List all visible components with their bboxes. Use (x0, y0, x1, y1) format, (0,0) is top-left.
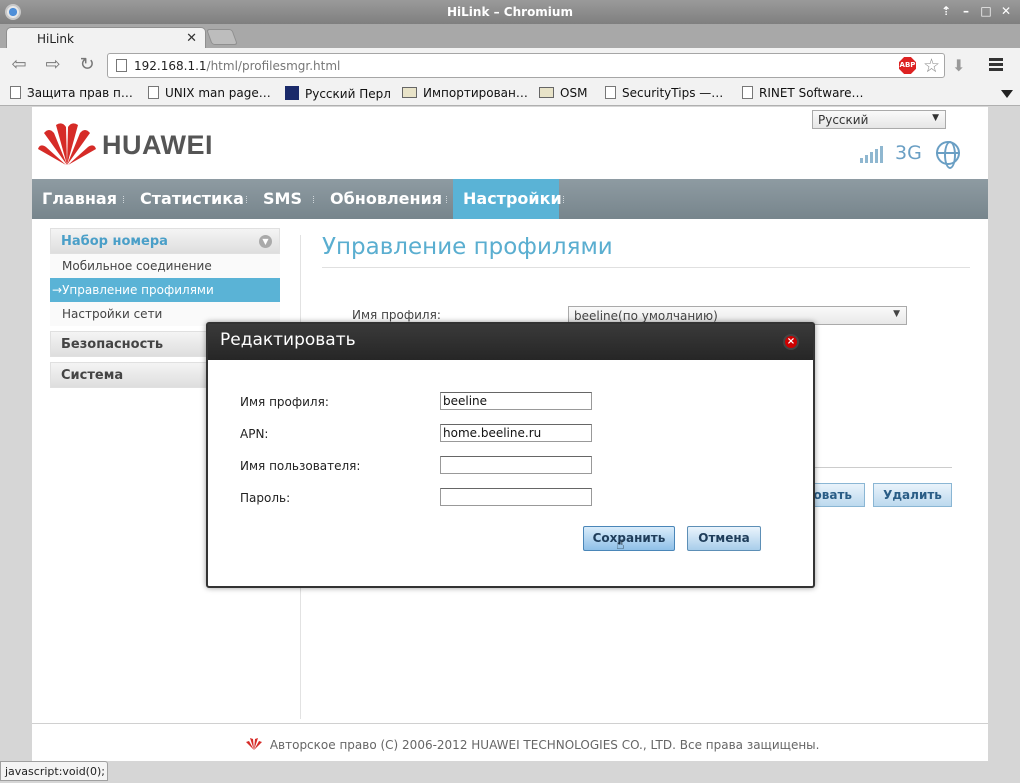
cancel-button[interactable]: Отмена (687, 526, 761, 551)
network-type: 3G (895, 142, 922, 164)
main-nav: Главная Статистика SMS Обновления Настро… (32, 179, 988, 219)
huawei-small-logo-icon (246, 738, 262, 750)
page-icon (10, 86, 21, 99)
dropdown-arrow-icon: ▼ (932, 113, 939, 123)
apn-input[interactable] (440, 424, 592, 442)
edit-profile-dialog: Редактировать × Имя профиля: APN: Имя по… (206, 322, 815, 588)
brand-name: HUAWEI (102, 130, 213, 160)
folder-icon (402, 87, 417, 98)
nav-settings[interactable]: Настройки (453, 179, 562, 219)
back-icon[interactable]: ⇦ (8, 54, 30, 76)
profile-name-label: Имя профиля: (352, 308, 441, 322)
divider (322, 267, 970, 268)
maximize-icon[interactable]: □ (978, 3, 994, 19)
language-select[interactable]: Русский ▼ (812, 110, 946, 129)
delete-button[interactable]: Удалить (873, 483, 952, 507)
status-bar: javascript:void(0); (0, 761, 108, 781)
bookmark-folder[interactable]: OSM (539, 86, 587, 100)
apn-label: APN: (240, 427, 269, 441)
tab-label: HiLink (37, 32, 74, 46)
nav-statistics[interactable]: Статистика (130, 179, 254, 219)
close-window-icon[interactable]: ✕ (998, 3, 1014, 19)
menu-icon[interactable] (989, 58, 1003, 72)
sidebar-group-dialup[interactable]: Набор номера ▼ (50, 228, 280, 254)
username-input[interactable] (440, 456, 592, 474)
language-value: Русский (818, 113, 869, 127)
browser-toolbar: ⇦ ⇨ ↻ 192.168.1.1/html/profilesmgr.html … (0, 48, 1020, 82)
footer: Авторское право (C) 2006-2012 HUAWEI TEC… (246, 738, 819, 752)
save-button[interactable]: Сохранить (583, 526, 675, 551)
bookmark-folder[interactable]: Импортирован… (402, 86, 528, 100)
tab-close-icon[interactable]: ✕ (186, 31, 197, 46)
bookmark-item[interactable]: UNIX man page… (148, 86, 271, 100)
profile-name-input[interactable] (440, 392, 592, 410)
profile-select-value: beeline(по умолчанию) (574, 309, 718, 323)
page-icon (148, 86, 159, 99)
folder-icon (539, 87, 554, 98)
adblock-icon[interactable]: ABP (899, 57, 916, 74)
url-host: 192.168.1.1 (134, 59, 207, 73)
hand-cursor-icon: ☝ (616, 537, 625, 553)
page-icon (605, 86, 616, 99)
username-label: Имя пользователя: (240, 459, 361, 473)
page-icon (116, 59, 127, 72)
nav-sms[interactable]: SMS (253, 179, 312, 219)
dialog-title: Редактировать (220, 330, 356, 350)
forward-icon[interactable]: ⇨ (42, 54, 64, 76)
dialog-body: Имя профиля: APN: Имя пользователя: Паро… (208, 360, 813, 586)
signal-strength-icon (860, 145, 884, 163)
url-path: /html/profilesmgr.html (206, 59, 341, 73)
window-title: HiLink – Chromium (447, 5, 573, 19)
reload-icon[interactable]: ↻ (76, 54, 98, 76)
profile-name-label: Имя профиля: (240, 395, 329, 409)
window-titlebar: HiLink – Chromium ⇡ – □ ✕ (0, 0, 1020, 24)
huawei-logo: HUAWEI (38, 121, 218, 167)
dialog-header: Редактировать × (208, 324, 813, 360)
page-title: Управление профилями (322, 234, 613, 260)
bookmark-item[interactable]: Русский Перл (285, 86, 391, 101)
window-up-icon[interactable]: ⇡ (938, 3, 954, 19)
bookmark-item[interactable]: RINET Software… (742, 86, 863, 100)
bookmark-item[interactable]: Защита прав п… (10, 86, 133, 100)
bookmarks-overflow-icon[interactable] (1001, 90, 1013, 98)
sidebar-group-title: Набор номера (61, 234, 168, 249)
copyright-text: Авторское право (C) 2006-2012 HUAWEI TEC… (269, 738, 820, 752)
bookmarks-bar: Защита прав п… UNIX man page… Русский Пе… (0, 82, 1020, 106)
active-arrow-icon: → (52, 283, 63, 297)
extension-download-icon[interactable]: ⬇ (952, 56, 965, 75)
new-tab-button[interactable] (206, 29, 238, 45)
dropdown-arrow-icon: ▼ (893, 309, 900, 319)
huawei-petals-icon (38, 123, 96, 165)
close-icon[interactable]: × (783, 334, 799, 350)
sidebar-item-label: Управление профилями (62, 283, 214, 297)
minimize-icon[interactable]: – (958, 3, 974, 19)
address-bar[interactable]: 192.168.1.1/html/profilesmgr.html ABP ☆ (107, 53, 945, 78)
divider (32, 723, 988, 724)
tab-strip: HiLink ✕ (0, 24, 1020, 49)
collapse-icon[interactable]: ▼ (259, 235, 272, 248)
password-input[interactable] (440, 488, 592, 506)
tab-hilink[interactable]: HiLink ✕ (6, 27, 206, 49)
nav-home[interactable]: Главная (32, 179, 127, 219)
page-icon (742, 86, 753, 99)
sidebar-item-profile-management[interactable]: →Управление профилями (50, 278, 280, 302)
nav-updates[interactable]: Обновления (320, 179, 452, 219)
globe-icon (936, 141, 960, 169)
perl-icon (285, 86, 299, 100)
sidebar-item-mobile-connection[interactable]: Мобильное соединение (50, 254, 280, 278)
bookmark-star-icon[interactable]: ☆ (923, 55, 940, 77)
password-label: Пароль: (240, 491, 291, 505)
bookmark-item[interactable]: SecurityTips —… (605, 86, 723, 100)
